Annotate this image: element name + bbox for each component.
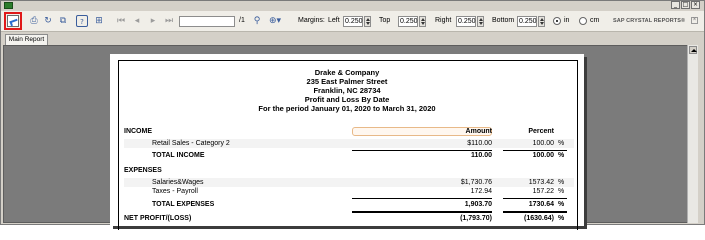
report-page: Drake & Company 235 East Palmer Street F…: [110, 54, 584, 230]
expense-total-pct-double-rule: [503, 211, 567, 213]
brand-label: SAP CRYSTAL REPORTS®: [613, 18, 686, 24]
net-profit-pct-sign: %: [558, 215, 565, 222]
tab-main-report[interactable]: Main Report: [5, 34, 48, 45]
report-title: Profit and Loss By Date: [304, 95, 390, 104]
expense-percent-rule: [503, 198, 567, 199]
refresh-icon[interactable]: ↻: [42, 15, 54, 27]
tab-strip: Main Report: [1, 33, 704, 45]
income-amount-rule: [352, 150, 492, 151]
income-heading: INCOME: [124, 128, 152, 135]
expense-total-double-rule: [352, 211, 492, 213]
expense-row-percent: 1573.42: [528, 179, 554, 186]
group-tree-icon[interactable]: ⊞: [93, 15, 105, 27]
address-line-1: 235 East Palmer Street: [306, 77, 388, 86]
left-margin-spinner[interactable]: [364, 16, 371, 27]
unit-cm-radio[interactable]: [579, 17, 587, 25]
total-expenses-percent: 1730.64: [528, 201, 554, 208]
net-profit-percent: (1630.64): [524, 215, 554, 222]
top-margin-label: Top: [379, 17, 391, 24]
crystal-report-viewer-window: _ □ × ⎙ ↻ ⧉ ? ⊞ ⏮ ◂ ▸ ⏭ /1 ⚲ ⊕▾ Margins:…: [0, 0, 705, 230]
income-row-pct-sign: %: [558, 140, 565, 147]
net-profit-label: NET PROFIT/(LOSS): [124, 215, 192, 222]
window-controls: _ □ ×: [671, 1, 700, 9]
last-page-icon[interactable]: ⏭: [163, 15, 175, 27]
report-period: For the period January 01, 2020 to March…: [258, 104, 436, 113]
right-margin-field[interactable]: 0.250: [456, 16, 476, 27]
close-view-icon[interactable]: ×: [691, 17, 698, 24]
total-expenses-amount: 1,903.70: [464, 201, 492, 208]
amount-column-header: Amount: [465, 128, 492, 135]
unit-in-label: in: [564, 17, 570, 24]
expense-row-label: Salaries&Wages: [152, 179, 204, 186]
first-page-icon[interactable]: ⏮: [115, 15, 127, 27]
unit-cm-label: cm: [590, 17, 600, 24]
page-number-input[interactable]: [179, 16, 235, 27]
top-margin-spinner[interactable]: [419, 16, 426, 27]
income-row-label: Retail Sales - Category 2: [152, 140, 230, 147]
find-icon[interactable]: ⚲: [251, 15, 263, 27]
expenses-heading: EXPENSES: [124, 167, 162, 174]
zoom-icon[interactable]: ⊕▾: [266, 15, 284, 27]
expense-row-amount: 172.94: [470, 188, 492, 195]
percent-column-header: Percent: [528, 128, 554, 135]
unit-in-radio[interactable]: [553, 17, 561, 25]
address-line-2: Franklin, NC 28734: [313, 86, 381, 95]
expense-row-pct-sign: %: [558, 188, 565, 195]
income-row-percent: 100.00: [532, 140, 554, 147]
toggle-tree-icon[interactable]: ?: [76, 15, 88, 27]
expense-amount-rule: [352, 198, 492, 199]
prev-page-icon[interactable]: ◂: [131, 15, 143, 27]
viewer-toolbar: ⎙ ↻ ⧉ ? ⊞ ⏮ ◂ ▸ ⏭ /1 ⚲ ⊕▾ Margins: Left …: [1, 11, 704, 32]
copy-icon[interactable]: ⧉: [57, 15, 69, 27]
page-total: /1: [239, 17, 245, 24]
bottom-margin-field[interactable]: 0.250: [517, 16, 537, 27]
left-margin-field[interactable]: 0.250: [343, 16, 363, 27]
right-margin-label: Right: [435, 17, 452, 24]
total-expenses-pct-sign: %: [558, 201, 565, 208]
bottom-margin-label: Bottom: [492, 17, 515, 24]
right-margin-spinner[interactable]: [477, 16, 484, 27]
close-button[interactable]: ×: [691, 1, 700, 9]
bottom-margin-spinner[interactable]: [538, 16, 545, 27]
scroll-up-arrow-icon[interactable]: [689, 46, 697, 54]
net-profit-amount: (1,793.70): [460, 215, 492, 222]
company-name: Drake & Company: [314, 68, 380, 77]
total-expenses-label: TOTAL EXPENSES: [152, 201, 215, 208]
print-icon[interactable]: ⎙: [28, 15, 40, 27]
app-icon: [4, 2, 13, 9]
total-income-amount: 110.00: [470, 152, 492, 159]
left-margin-label: Left: [328, 17, 340, 24]
income-row-amount: $110.00: [467, 140, 492, 147]
title-bar: _ □ ×: [1, 1, 704, 10]
minimize-button[interactable]: _: [671, 1, 680, 9]
export-icon[interactable]: [7, 15, 19, 27]
vertical-scrollbar[interactable]: [687, 45, 698, 223]
next-page-icon[interactable]: ▸: [147, 15, 159, 27]
maximize-button[interactable]: □: [681, 1, 690, 9]
margins-label: Margins:: [298, 17, 325, 24]
top-margin-field[interactable]: 0.250: [398, 16, 418, 27]
total-income-percent: 100.00: [532, 152, 554, 159]
income-percent-rule: [503, 150, 567, 151]
expense-row-percent: 157.22: [532, 188, 554, 195]
expense-row-amount: $1,730.76: [460, 179, 492, 186]
total-income-pct-sign: %: [558, 152, 565, 159]
expense-row-label: Taxes - Payroll: [152, 188, 198, 195]
expense-row-pct-sign: %: [558, 179, 565, 186]
total-income-label: TOTAL INCOME: [152, 152, 205, 159]
